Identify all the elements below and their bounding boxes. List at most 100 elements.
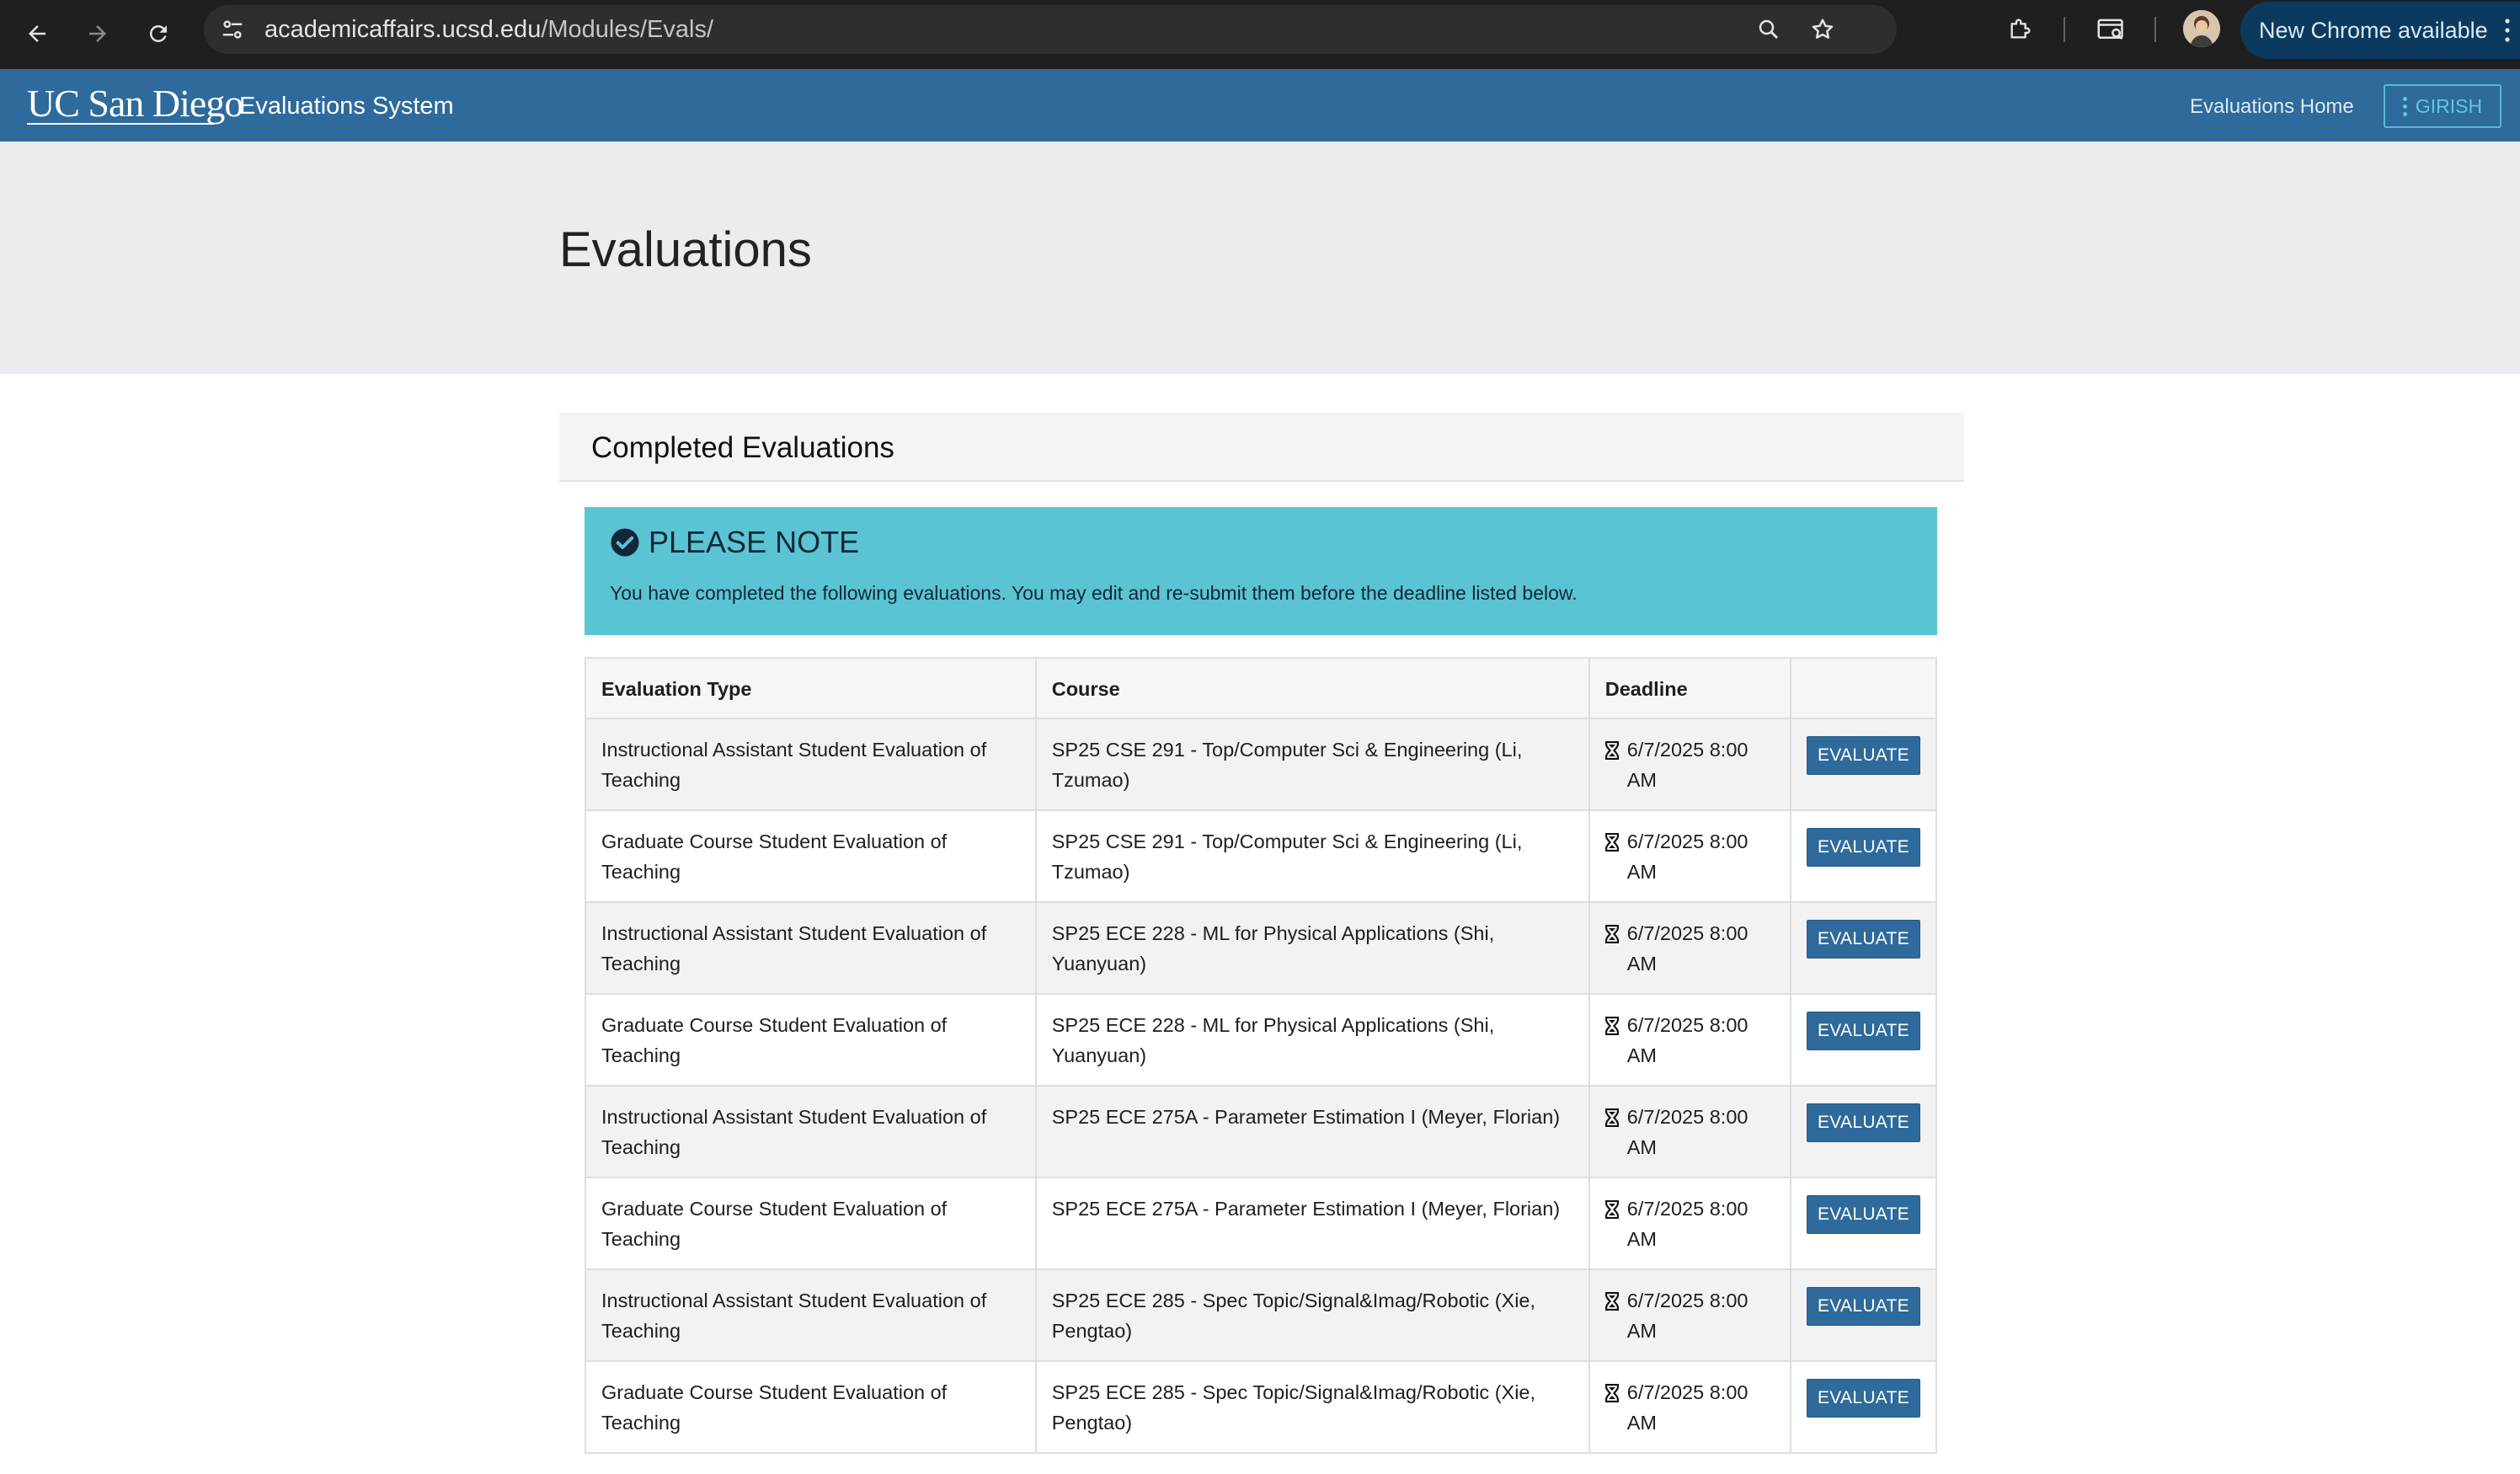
kebab-menu-icon[interactable] bbox=[2503, 17, 2512, 44]
zoom-icon[interactable] bbox=[1754, 14, 1784, 45]
panel-heading: Completed Evaluations bbox=[559, 413, 1964, 482]
course-text: SP25 ECE 228 - ML for Physical Applicati… bbox=[1051, 922, 1495, 975]
course-text: SP25 ECE 285 - Spec Topic/Signal&Imag/Ro… bbox=[1051, 1290, 1536, 1342]
url-host: academicaffairs.ucsd.edu bbox=[264, 16, 542, 43]
deadline-text: 6/7/2025 8:00 AM bbox=[1626, 1290, 1749, 1342]
hourglass-icon bbox=[1604, 833, 1619, 852]
evaluations-table: Evaluation Type Course Deadline Instruct… bbox=[585, 657, 1938, 1454]
evaluate-button[interactable]: EVALUATE bbox=[1806, 1195, 1920, 1234]
table-row: Graduate Course Student Evaluation of Te… bbox=[585, 809, 1938, 903]
cell-action: EVALUATE bbox=[1789, 1177, 1938, 1270]
profile-avatar[interactable] bbox=[2183, 10, 2220, 47]
deadline-text: 6/7/2025 8:00 AM bbox=[1626, 1106, 1749, 1158]
forward-arrow-icon[interactable] bbox=[76, 12, 120, 56]
check-circle-icon bbox=[611, 528, 639, 557]
page-banner: Evaluations bbox=[0, 142, 2520, 374]
url-text[interactable]: academicaffairs.ucsd.edu/Modules/Evals/ bbox=[264, 16, 713, 43]
course-text: SP25 ECE 275A - Parameter Estimation I (… bbox=[1051, 1106, 1561, 1128]
evaluation-type-text: Graduate Course Student Evaluation of Te… bbox=[601, 1198, 948, 1250]
back-arrow-icon[interactable] bbox=[15, 12, 59, 56]
table-row: Graduate Course Student Evaluation of Te… bbox=[585, 993, 1938, 1087]
new-chrome-available-button[interactable]: New Chrome available bbox=[2240, 2, 2520, 59]
cell-action: EVALUATE bbox=[1789, 718, 1938, 811]
cell-evaluation-type: Instructional Assistant Student Evaluati… bbox=[585, 1268, 1037, 1362]
cell-evaluation-type: Instructional Assistant Student Evaluati… bbox=[585, 901, 1037, 995]
header-evaluation-type: Evaluation Type bbox=[585, 657, 1037, 719]
cell-evaluation-type: Instructional Assistant Student Evaluati… bbox=[585, 1085, 1037, 1178]
alert-title-text: PLEASE NOTE bbox=[649, 525, 860, 559]
evaluation-type-text: Instructional Assistant Student Evaluati… bbox=[601, 1106, 987, 1158]
url-path: /Modules/Evals/ bbox=[541, 16, 714, 43]
evaluation-type-text: Instructional Assistant Student Evaluati… bbox=[601, 739, 987, 791]
cell-action: EVALUATE bbox=[1789, 1268, 1938, 1362]
evaluate-button[interactable]: EVALUATE bbox=[1806, 828, 1920, 867]
cell-deadline: 6/7/2025 8:00 AM bbox=[1588, 809, 1791, 903]
user-menu-button[interactable]: GIRISH bbox=[2384, 84, 2501, 128]
deadline-text: 6/7/2025 8:00 AM bbox=[1626, 830, 1749, 883]
extensions-icon[interactable] bbox=[2003, 13, 2037, 46]
cell-course: SP25 ECE 228 - ML for Physical Applicati… bbox=[1034, 901, 1590, 995]
tab-search-icon[interactable] bbox=[2093, 13, 2130, 46]
reload-icon[interactable] bbox=[136, 12, 180, 56]
cell-course: SP25 ECE 275A - Parameter Estimation I (… bbox=[1034, 1177, 1590, 1270]
course-text: SP25 CSE 291 - Top/Computer Sci & Engine… bbox=[1051, 830, 1523, 883]
browser-toolbar: academicaffairs.ucsd.edu/Modules/Evals/ … bbox=[0, 0, 2520, 69]
cell-action: EVALUATE bbox=[1789, 1360, 1938, 1454]
cell-deadline: 6/7/2025 8:00 AM bbox=[1588, 718, 1791, 811]
table-header-row: Evaluation Type Course Deadline bbox=[585, 657, 1938, 719]
cell-deadline: 6/7/2025 8:00 AM bbox=[1588, 1360, 1791, 1454]
table-row: Graduate Course Student Evaluation of Te… bbox=[585, 1360, 1938, 1454]
evaluate-button[interactable]: EVALUATE bbox=[1806, 920, 1920, 959]
address-bar[interactable]: academicaffairs.ucsd.edu/Modules/Evals/ bbox=[204, 5, 1897, 54]
cell-evaluation-type: Graduate Course Student Evaluation of Te… bbox=[585, 1360, 1037, 1454]
page-title: Evaluations bbox=[559, 222, 812, 277]
system-title[interactable]: Evaluations System bbox=[239, 92, 454, 120]
evaluation-type-text: Graduate Course Student Evaluation of Te… bbox=[601, 830, 948, 883]
ucsd-logo[interactable]: UC San Diego bbox=[27, 83, 243, 125]
header-action bbox=[1789, 657, 1938, 719]
course-text: SP25 ECE 285 - Spec Topic/Signal&Imag/Ro… bbox=[1051, 1381, 1536, 1434]
cell-deadline: 6/7/2025 8:00 AM bbox=[1588, 993, 1791, 1087]
cell-deadline: 6/7/2025 8:00 AM bbox=[1588, 901, 1791, 995]
deadline-text: 6/7/2025 8:00 AM bbox=[1626, 1381, 1749, 1434]
evaluate-button[interactable]: EVALUATE bbox=[1806, 1012, 1920, 1050]
cell-action: EVALUATE bbox=[1789, 809, 1938, 903]
course-text: SP25 ECE 275A - Parameter Estimation I (… bbox=[1051, 1198, 1561, 1220]
cell-deadline: 6/7/2025 8:00 AM bbox=[1588, 1268, 1791, 1362]
cell-course: SP25 ECE 285 - Spec Topic/Signal&Imag/Ro… bbox=[1034, 1268, 1590, 1362]
evaluate-button[interactable]: EVALUATE bbox=[1806, 1103, 1920, 1142]
table-row: Graduate Course Student Evaluation of Te… bbox=[585, 1177, 1938, 1270]
course-text: SP25 ECE 228 - ML for Physical Applicati… bbox=[1051, 1014, 1495, 1066]
evaluate-button[interactable]: EVALUATE bbox=[1806, 736, 1920, 775]
hourglass-icon bbox=[1604, 1017, 1619, 1035]
table-row: Instructional Assistant Student Evaluati… bbox=[585, 1268, 1938, 1362]
alert-message: You have completed the following evaluat… bbox=[610, 582, 1578, 604]
hourglass-icon bbox=[1604, 925, 1619, 943]
deadline-text: 6/7/2025 8:00 AM bbox=[1626, 739, 1749, 791]
panel-title: Completed Evaluations bbox=[591, 431, 894, 464]
hourglass-icon bbox=[1604, 1108, 1619, 1127]
cell-course: SP25 ECE 228 - ML for Physical Applicati… bbox=[1034, 993, 1590, 1087]
table-row: Instructional Assistant Student Evaluati… bbox=[585, 718, 1938, 811]
cell-action: EVALUATE bbox=[1789, 1085, 1938, 1178]
evaluate-button[interactable]: EVALUATE bbox=[1806, 1379, 1920, 1418]
cell-course: SP25 CSE 291 - Top/Computer Sci & Engine… bbox=[1034, 809, 1590, 903]
course-text: SP25 CSE 291 - Top/Computer Sci & Engine… bbox=[1051, 739, 1523, 791]
nav-evaluations-home[interactable]: Evaluations Home bbox=[2190, 95, 2354, 119]
cell-evaluation-type: Graduate Course Student Evaluation of Te… bbox=[585, 1177, 1037, 1270]
cell-evaluation-type: Graduate Course Student Evaluation of Te… bbox=[585, 993, 1037, 1087]
completed-evaluations-panel: Completed Evaluations PLEASE NOTE You ha… bbox=[559, 413, 1964, 1454]
user-name: GIRISH bbox=[2415, 94, 2483, 117]
hourglass-icon bbox=[1604, 741, 1619, 760]
cell-course: SP25 ECE 275A - Parameter Estimation I (… bbox=[1034, 1085, 1590, 1178]
logo-underline bbox=[27, 123, 214, 125]
evaluate-button[interactable]: EVALUATE bbox=[1806, 1287, 1920, 1326]
vertical-dots-icon bbox=[2402, 96, 2407, 116]
cell-deadline: 6/7/2025 8:00 AM bbox=[1588, 1177, 1791, 1270]
bookmark-star-icon[interactable] bbox=[1807, 14, 1838, 45]
evaluation-type-text: Graduate Course Student Evaluation of Te… bbox=[601, 1014, 948, 1066]
cell-deadline: 6/7/2025 8:00 AM bbox=[1588, 1085, 1791, 1178]
cell-evaluation-type: Instructional Assistant Student Evaluati… bbox=[585, 718, 1037, 811]
site-settings-icon[interactable] bbox=[217, 14, 248, 45]
cell-evaluation-type: Graduate Course Student Evaluation of Te… bbox=[585, 809, 1037, 903]
